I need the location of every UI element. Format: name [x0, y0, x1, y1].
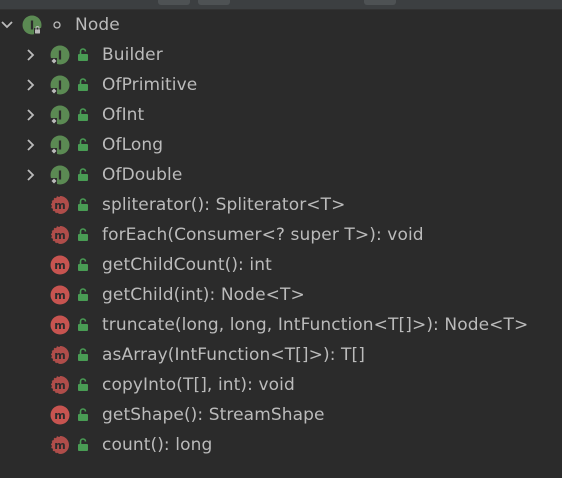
tree-row-ofdouble[interactable]: I OfDouble: [0, 160, 562, 190]
svg-text:I: I: [30, 19, 34, 33]
tree-row-ofprimitive[interactable]: I OfPrimitive: [0, 70, 562, 100]
svg-text:m: m: [54, 229, 65, 242]
tree-row-builder[interactable]: I Builder: [0, 40, 562, 70]
public-unlock-icon: [76, 108, 90, 122]
tree-row-getshape[interactable]: m getShape(): StreamShape: [0, 400, 562, 430]
tree-row-label: Node: [75, 15, 120, 35]
tree-row-label: getChild(int): Node<T>: [102, 285, 305, 305]
svg-text:m: m: [54, 199, 65, 212]
public-unlock-icon: [76, 198, 90, 212]
tree-row-label: getChildCount(): int: [102, 255, 272, 275]
tree-row-copyinto[interactable]: m copyInto(T[], int): void: [0, 370, 562, 400]
chevron-right-icon[interactable]: [24, 108, 38, 122]
svg-text:I: I: [58, 139, 62, 153]
tree-row-ofint[interactable]: I OfInt: [0, 100, 562, 130]
abstract-method-icon: m: [50, 375, 70, 395]
svg-text:I: I: [58, 109, 62, 123]
tree-row-label: OfInt: [102, 105, 145, 125]
interface-icon: I: [50, 75, 70, 95]
public-unlock-icon: [76, 138, 90, 152]
package-private-dot-icon: [50, 18, 64, 32]
tree-row-label: getShape(): StreamShape: [102, 405, 325, 425]
public-unlock-icon: [76, 78, 90, 92]
public-unlock-icon: [76, 48, 90, 62]
tree-row-getchildcount[interactable]: m getChildCount(): int: [0, 250, 562, 280]
svg-text:I: I: [58, 49, 62, 63]
svg-text:m: m: [54, 379, 65, 392]
tree-row-truncate[interactable]: m truncate(long, long, IntFunction<T[]>):…: [0, 310, 562, 340]
tree-row-label: copyInto(T[], int): void: [102, 375, 295, 395]
interface-icon: I: [50, 135, 70, 155]
chevron-right-icon[interactable]: [24, 168, 38, 182]
tree-row-foreach[interactable]: m forEach(Consumer<? super T>): void: [0, 220, 562, 250]
tree-row-getchild[interactable]: m getChild(int): Node<T>: [0, 280, 562, 310]
tree-row-label: OfDouble: [102, 165, 183, 185]
abstract-method-icon: m: [50, 345, 70, 365]
public-unlock-icon: [76, 348, 90, 362]
public-unlock-icon: [76, 378, 90, 392]
svg-text:m: m: [54, 289, 65, 302]
method-icon: m: [50, 405, 70, 425]
public-unlock-icon: [76, 438, 90, 452]
public-unlock-icon: [76, 318, 90, 332]
method-icon: m: [50, 285, 70, 305]
toolbar-tab-stub[interactable]: [198, 0, 230, 5]
tree-row-label: Builder: [102, 45, 163, 65]
tree-row-label: spliterator(): Spliterator<T>: [102, 195, 346, 215]
interface-icon: I: [50, 105, 70, 125]
top-toolbar-strip: [0, 0, 562, 10]
interface-icon: I: [50, 45, 70, 65]
abstract-method-icon: m: [50, 195, 70, 215]
method-icon: m: [50, 315, 70, 335]
svg-text:m: m: [54, 349, 65, 362]
public-unlock-icon: [76, 408, 90, 422]
svg-text:m: m: [54, 409, 65, 422]
toolbar-tab-stub[interactable]: [364, 0, 396, 5]
tree-row-root[interactable]: I Node: [0, 10, 562, 40]
svg-text:m: m: [54, 439, 65, 452]
public-unlock-icon: [76, 168, 90, 182]
public-unlock-icon: [76, 258, 90, 272]
tree-row-asarray[interactable]: m asArray(IntFunction<T[]>): T[]: [0, 340, 562, 370]
interface-icon: I: [50, 165, 70, 185]
public-unlock-icon: [76, 228, 90, 242]
chevron-right-icon[interactable]: [24, 78, 38, 92]
svg-text:m: m: [54, 319, 65, 332]
abstract-method-icon: m: [50, 435, 70, 455]
abstract-method-icon: m: [50, 225, 70, 245]
tree-row-oflong[interactable]: I OfLong: [0, 130, 562, 160]
public-unlock-icon: [76, 288, 90, 302]
tree-row-label: OfPrimitive: [102, 75, 198, 95]
tree-row-label: truncate(long, long, IntFunction<T[]>): …: [102, 315, 529, 335]
svg-text:I: I: [58, 79, 62, 93]
method-icon: m: [50, 255, 70, 275]
tree-row-label: OfLong: [102, 135, 164, 155]
svg-text:I: I: [58, 169, 62, 183]
tree-row-spliterator[interactable]: m spliterator(): Spliterator<T>: [0, 190, 562, 220]
tree-row-label: asArray(IntFunction<T[]>): T[]: [102, 345, 366, 365]
tree-row-count[interactable]: m count(): long: [0, 430, 562, 460]
interface-icon: I: [22, 15, 42, 35]
svg-text:m: m: [54, 259, 65, 272]
chevron-down-icon[interactable]: [0, 18, 14, 32]
chevron-right-icon[interactable]: [24, 48, 38, 62]
tree-row-label: forEach(Consumer<? super T>): void: [102, 225, 424, 245]
toolbar-tab-stub[interactable]: [158, 0, 190, 5]
chevron-right-icon[interactable]: [24, 138, 38, 152]
tree-row-label: count(): long: [102, 435, 213, 455]
